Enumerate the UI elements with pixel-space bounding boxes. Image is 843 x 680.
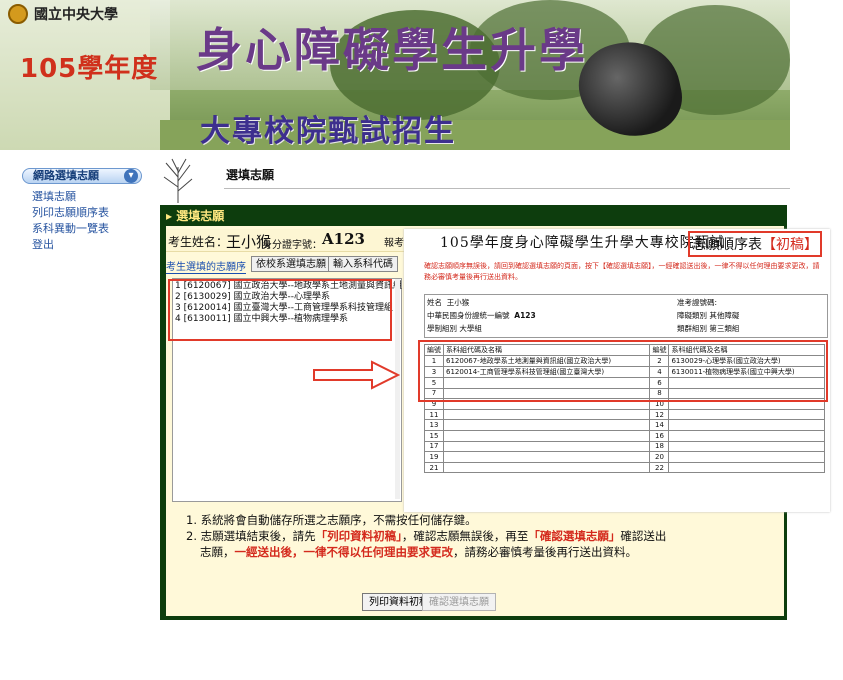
printout-exam-no-label: 准考證號碼: xyxy=(677,298,718,307)
table-cell: 21 xyxy=(424,461,444,474)
instruction-highlight: 「列印資料初稿」 xyxy=(315,529,402,543)
instruction-text: ，請務必審慎考量後再行送出資料。 xyxy=(453,545,637,559)
id-number-label: 身分證字號： xyxy=(262,240,322,251)
divider xyxy=(224,188,790,189)
table-cell: 22 xyxy=(649,461,670,474)
table-cell xyxy=(442,429,651,442)
instruction-text: 確認送出 xyxy=(620,529,667,543)
printout-category-label: 類群組別 xyxy=(677,324,707,333)
sidebar-item-changes-list[interactable]: 系科異動一覽表 xyxy=(32,220,109,236)
instruction-text: 2. 志願選填結束後，請先 xyxy=(186,529,316,543)
table-cell xyxy=(668,461,825,474)
id-number-value: A123 xyxy=(322,230,365,248)
instruction-highlight: 「確認選填志願」 xyxy=(528,529,621,543)
table-cell xyxy=(668,419,825,431)
instruction-line: 2. 志願選填結束後，請先「列印資料初稿」，確認志願無誤後，再至「確認選填志願」… xyxy=(186,528,776,544)
instructions: 1. 系統將會自動儲存所選之志願序，不需按任何儲存鍵。 2. 志願選填結束後，請… xyxy=(186,512,776,560)
printout-id-value: A123 xyxy=(514,311,536,320)
tab-selected-choices[interactable]: 考生選填的志願序 xyxy=(166,258,246,274)
table-cell xyxy=(442,451,651,463)
table-row: 15 16 xyxy=(424,429,825,442)
table-cell xyxy=(442,440,651,453)
printout-disability-label: 障礙類別 xyxy=(677,311,707,320)
printout-name-label: 姓名 xyxy=(427,298,442,307)
table-cell: 19 xyxy=(424,451,444,463)
table-row: 17 18 xyxy=(424,440,825,453)
academic-year: 105學年度 xyxy=(20,54,159,84)
university-logo-icon xyxy=(8,4,28,24)
sidebar-item-logout[interactable]: 登出 xyxy=(32,236,54,252)
panel-title: 選填志願 xyxy=(176,209,225,223)
confirm-choices-button[interactable]: 確認選填志願 xyxy=(422,593,496,611)
printout-category-value: 第三類組 xyxy=(709,324,740,333)
right-arrow-icon xyxy=(313,360,400,390)
table-cell xyxy=(668,451,825,463)
table-cell: 16 xyxy=(649,429,670,442)
printout-group-value: 大學組 xyxy=(459,324,482,333)
table-cell xyxy=(442,419,651,431)
panel-title-bar: ▸ 選填志願 xyxy=(164,208,786,225)
table-cell xyxy=(442,408,651,421)
printout-group-label: 學制組別 xyxy=(427,324,457,333)
printout-name-value: 王小猴 xyxy=(446,298,470,307)
printout-title: 105學年度身心障礙學生升學大專校院甄試 xyxy=(440,235,725,251)
table-cell xyxy=(442,461,651,474)
plant-icon xyxy=(163,158,193,203)
printout-info-box: 姓名 王小猴 中華民國身份證統一編號 A123 學制組別 大學組 准考證號碼: … xyxy=(424,294,828,338)
university-name: 國立中央大學 xyxy=(34,7,118,23)
table-cell: 15 xyxy=(424,429,444,442)
table-cell xyxy=(668,429,825,442)
highlight-box xyxy=(168,279,392,341)
banner-title: 身心障礙學生升學 xyxy=(196,23,588,77)
table-cell: 11 xyxy=(424,408,444,421)
table-cell: 17 xyxy=(424,440,444,453)
table-cell xyxy=(668,440,825,453)
instruction-line: 志願，一經送出後，一律不得以任何理由要求更改，請務必審慎考量後再行送出資料。 xyxy=(186,544,776,560)
printout-title-suffix: 志願順序表【初稿】 xyxy=(688,231,822,257)
instruction-highlight: 一經送出後，一律不得以任何理由要求更改 xyxy=(234,545,454,559)
student-name-label: 考生姓名： xyxy=(168,235,229,249)
highlight-box xyxy=(418,340,828,402)
table-row: 19 20 xyxy=(424,451,825,463)
table-cell xyxy=(668,408,825,421)
printout-id-label: 中華民國身份證統一編號 xyxy=(427,311,510,320)
table-cell: 12 xyxy=(649,408,670,421)
tab-choose-by-school[interactable]: 依校系選填志願 xyxy=(251,256,331,272)
instruction-text: 志願， xyxy=(200,545,235,559)
printout-draft-tag: 【初稿】 xyxy=(762,237,818,253)
table-row: 21 22 xyxy=(424,461,825,474)
table-cell: 14 xyxy=(649,419,670,431)
exam-label: 報考 xyxy=(384,238,404,249)
sidebar-item-print-order[interactable]: 列印志願順序表 xyxy=(32,204,109,220)
chevron-down-icon[interactable]: ▾ xyxy=(124,169,138,183)
section-title: 選填志願 xyxy=(226,168,275,182)
tab-enter-code[interactable]: 輸入系科代碼 xyxy=(328,256,398,272)
banner-subtitle: 大專校院甄試招生 xyxy=(200,114,456,149)
instruction-line: 1. 系統將會自動儲存所選之志願序，不需按任何儲存鍵。 xyxy=(186,513,477,527)
printout-title-label: 志願順序表 xyxy=(692,237,762,253)
table-cell: 18 xyxy=(649,440,670,453)
table-cell: 20 xyxy=(649,451,670,463)
printout-disability-value: 其他障礙 xyxy=(709,311,740,320)
table-row: 11 12 xyxy=(424,408,825,421)
sidebar-item-select-choices[interactable]: 選填志願 xyxy=(32,188,76,204)
table-cell: 13 xyxy=(424,419,444,431)
printout-notice: 確認志願順序無誤後，請回到確認選填志願的頁面，按下【確認選填志願】，一經確認送出… xyxy=(424,262,820,281)
instruction-text: ，確認志願無誤後，再至 xyxy=(401,529,529,543)
table-row: 13 14 xyxy=(424,419,825,431)
